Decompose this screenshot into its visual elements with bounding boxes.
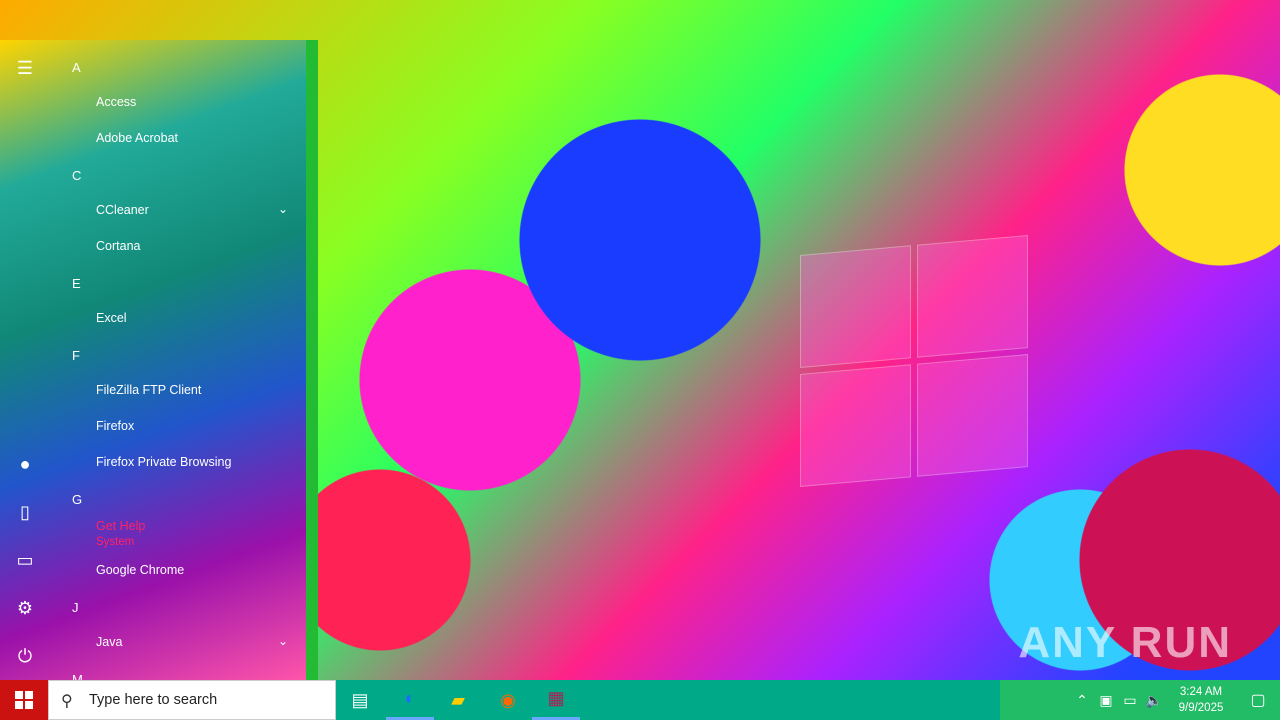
app-excel[interactable]: Excel: [96, 308, 127, 328]
notification-icon[interactable]: ▢: [1236, 690, 1280, 710]
search-icon: ⚲: [61, 693, 73, 710]
group-header-j[interactable]: J: [72, 600, 79, 615]
user-icon[interactable]: ●: [13, 452, 37, 476]
search-placeholder: Type here to search: [89, 692, 218, 708]
winrar-icon[interactable]: ▦: [532, 680, 580, 720]
windows-wallpaper-logo: [800, 235, 1028, 487]
group-header-a[interactable]: A: [72, 60, 81, 75]
app-get-help[interactable]: Get Help: [96, 516, 145, 536]
hamburger-icon[interactable]: ☰: [13, 56, 37, 80]
meet-now-icon[interactable]: ▣: [1094, 692, 1118, 709]
firefox-icon[interactable]: ◉: [484, 680, 532, 720]
gear-icon[interactable]: ⚙: [13, 596, 37, 620]
network-icon[interactable]: ▭: [1118, 692, 1142, 709]
start-menu: ☰ ● ▯ ▭ ⚙ ⏻ A Access Adobe Acrobat C CCl…: [0, 40, 318, 687]
app-list: A Access Adobe Acrobat C CCleaner ⌄ Cort…: [50, 40, 306, 687]
start-menu-rail: ☰ ● ▯ ▭ ⚙ ⏻: [0, 40, 50, 680]
app-access[interactable]: Access: [96, 92, 136, 112]
group-header-c[interactable]: C: [72, 168, 81, 183]
group-header-g[interactable]: G: [72, 492, 82, 507]
app-cortana[interactable]: Cortana: [96, 236, 140, 256]
anyrun-watermark: ANY RUN: [1018, 618, 1232, 667]
windows-logo-icon: [15, 691, 33, 709]
file-explorer-icon[interactable]: ▰: [434, 680, 482, 720]
taskbar: ⚲ Type here to search ▤ ◐ ▰ ◉ ▦ ⌃ ▣ ▭ 🔈 …: [0, 680, 1280, 720]
volume-icon[interactable]: 🔈: [1142, 692, 1166, 709]
app-filezilla[interactable]: FileZilla FTP Client: [96, 380, 201, 400]
app-java[interactable]: Java: [96, 632, 122, 652]
power-icon[interactable]: ⏻: [13, 644, 37, 668]
group-header-f[interactable]: F: [72, 348, 80, 363]
search-box[interactable]: ⚲ Type here to search: [48, 680, 336, 720]
clock-time: 3:24 AM: [1179, 686, 1223, 698]
app-firefox-private[interactable]: Firefox Private Browsing: [96, 452, 231, 472]
system-tray: ⌃ ▣ ▭ 🔈 3:24 AM 9/9/2025 ▢: [1070, 680, 1280, 720]
app-ccleaner[interactable]: CCleaner: [96, 200, 149, 220]
edge-icon[interactable]: ◐: [386, 680, 434, 720]
task-view-icon[interactable]: ▤: [336, 680, 384, 720]
chevron-down-icon[interactable]: ⌄: [278, 634, 288, 648]
app-adobe-acrobat[interactable]: Adobe Acrobat: [96, 128, 178, 148]
app-firefox[interactable]: Firefox: [96, 416, 134, 436]
start-button[interactable]: [0, 680, 48, 720]
pictures-icon[interactable]: ▭: [13, 548, 37, 572]
app-get-help-subtitle: System: [96, 536, 135, 548]
clock[interactable]: 3:24 AM 9/9/2025: [1166, 684, 1236, 716]
app-google-chrome[interactable]: Google Chrome: [96, 560, 184, 580]
chevron-down-icon[interactable]: ⌄: [278, 202, 288, 216]
chevron-up-icon[interactable]: ⌃: [1070, 692, 1094, 709]
clock-date: 9/9/2025: [1178, 702, 1224, 714]
document-icon[interactable]: ▯: [13, 500, 37, 524]
group-header-e[interactable]: E: [72, 276, 81, 291]
